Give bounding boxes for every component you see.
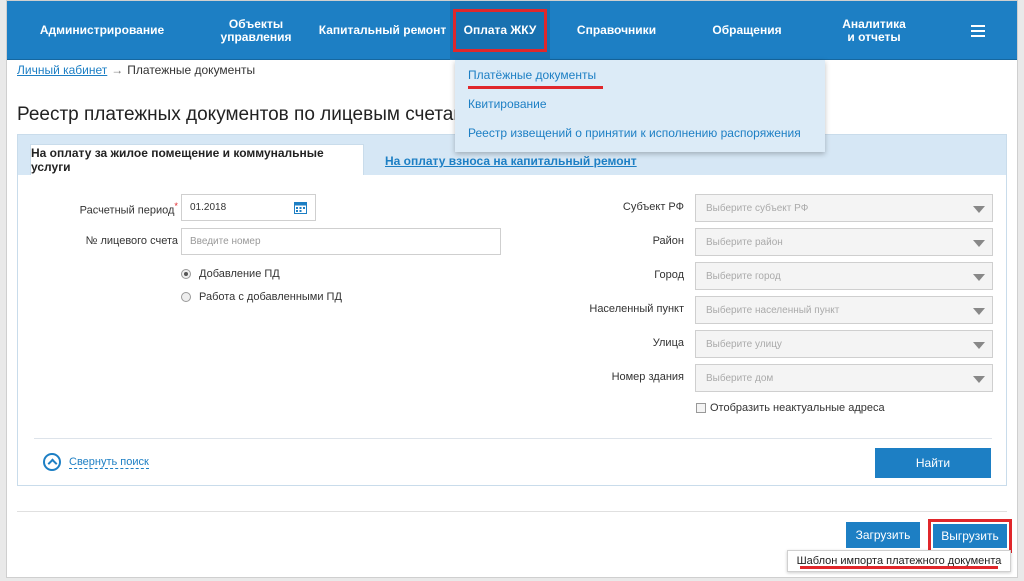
- collapse-label: Свернуть поиск: [69, 455, 149, 469]
- account-input[interactable]: Введите номер: [181, 228, 501, 255]
- required-marker: *: [174, 201, 178, 211]
- main-nav: Администрирование Объекты управления Кап…: [7, 1, 1017, 60]
- nav-analytics[interactable]: Аналитика и отчеты: [811, 1, 937, 60]
- menu-item-reconciliation[interactable]: Квитирование: [468, 97, 547, 111]
- nav-appeals[interactable]: Обращения: [683, 1, 811, 60]
- breadcrumb: Личный кабинет → Платежные документы: [17, 63, 255, 77]
- divider: [17, 511, 1007, 512]
- menu-item-execution-notices[interactable]: Реестр извещений о принятии к исполнению…: [468, 126, 801, 140]
- nav-label: Оплата ЖКУ: [452, 9, 548, 52]
- region-placeholder: Выберите субъект РФ: [706, 202, 809, 214]
- region-select[interactable]: Выберите субъект РФ: [695, 194, 993, 222]
- nav-payment[interactable]: Оплата ЖКУ: [450, 1, 550, 60]
- radio-selected-icon: [181, 269, 191, 279]
- highlight-underline: [468, 86, 603, 89]
- export-button-highlight: Выгрузить: [928, 519, 1012, 553]
- chevron-down-icon: [973, 308, 985, 315]
- region-label: Субъект РФ: [622, 201, 684, 213]
- chevron-down-icon: [973, 342, 985, 349]
- breadcrumb-current: Платежные документы: [127, 63, 256, 77]
- nav-label: Капитальный ремонт: [318, 23, 447, 37]
- tab-capital-repair-fee[interactable]: На оплату взноса на капитальный ремонт: [385, 154, 637, 168]
- payment-dropdown-menu: Платёжные документы Квитирование Реестр …: [455, 60, 825, 152]
- find-button[interactable]: Найти: [875, 448, 991, 478]
- street-label: Улица: [652, 337, 684, 349]
- settlement-label: Населенный пункт: [589, 303, 684, 315]
- chevron-down-icon: [973, 376, 985, 383]
- show-inactive-checkbox[interactable]: Отобразить неактуальные адреса: [696, 402, 885, 414]
- nav-directories[interactable]: Справочники: [550, 1, 683, 60]
- highlight-underline: [800, 566, 998, 569]
- tab-housing-services[interactable]: На оплату за жилое помещение и коммуналь…: [30, 144, 364, 175]
- nav-label: Справочники: [576, 23, 657, 37]
- export-button[interactable]: Выгрузить: [933, 524, 1007, 548]
- district-placeholder: Выберите район: [706, 236, 783, 248]
- nav-label: Обращения: [712, 23, 782, 37]
- nav-objects[interactable]: Объекты управления: [197, 1, 315, 60]
- nav-label: Объекты управления: [220, 16, 292, 44]
- street-select[interactable]: Выберите улицу: [695, 330, 993, 358]
- house-label: Номер здания: [611, 371, 684, 383]
- page-title: Реестр платежных документов по лицевым с…: [17, 104, 467, 125]
- street-placeholder: Выберите улицу: [706, 338, 782, 350]
- nav-administration[interactable]: Администрирование: [7, 1, 197, 60]
- house-placeholder: Выберите дом: [706, 372, 774, 384]
- settlement-select[interactable]: Выберите населенный пункт: [695, 296, 993, 324]
- district-label: Район: [652, 235, 684, 247]
- house-select[interactable]: Выберите дом: [695, 364, 993, 392]
- nav-label: Администрирование: [39, 23, 165, 37]
- checkbox-icon: [696, 403, 706, 413]
- radio-label: Добавление ПД: [199, 268, 280, 280]
- city-select[interactable]: Выберите город: [695, 262, 993, 290]
- checkbox-label: Отобразить неактуальные адреса: [710, 402, 885, 414]
- account-label: № лицевого счета: [85, 235, 178, 247]
- district-select[interactable]: Выберите район: [695, 228, 993, 256]
- city-placeholder: Выберите город: [706, 270, 781, 282]
- chevron-up-icon: [43, 453, 61, 471]
- breadcrumb-home-link[interactable]: Личный кабинет: [17, 63, 107, 77]
- search-panel: На оплату за жилое помещение и коммуналь…: [17, 134, 1007, 486]
- chevron-down-icon: [973, 274, 985, 281]
- breadcrumb-arrow-icon: →: [111, 63, 124, 77]
- app-window: Администрирование Объекты управления Кап…: [6, 0, 1018, 578]
- divider: [34, 438, 992, 439]
- radio-unselected-icon: [181, 292, 191, 302]
- calendar-icon[interactable]: [294, 201, 307, 214]
- menu-item-payment-documents[interactable]: Платёжные документы: [468, 68, 596, 82]
- city-label: Город: [654, 269, 684, 281]
- radio-add-documents[interactable]: Добавление ПД: [181, 268, 280, 280]
- chevron-down-icon: [973, 240, 985, 247]
- settlement-placeholder: Выберите населенный пункт: [706, 304, 840, 316]
- period-value: 01.2018: [190, 202, 227, 213]
- upload-button[interactable]: Загрузить: [846, 522, 920, 548]
- collapse-search-link[interactable]: Свернуть поиск: [43, 453, 149, 471]
- radio-label: Работа с добавленными ПД: [199, 291, 342, 303]
- nav-label: Аналитика и отчеты: [842, 16, 906, 44]
- chevron-down-icon: [973, 206, 985, 213]
- nav-capital-repair[interactable]: Капитальный ремонт: [315, 1, 450, 60]
- hamburger-menu-icon[interactable]: [937, 1, 1017, 60]
- period-input[interactable]: 01.2018: [181, 194, 316, 221]
- account-placeholder: Введите номер: [190, 236, 261, 247]
- radio-work-documents[interactable]: Работа с добавленными ПД: [181, 291, 342, 303]
- period-label: Расчетный период*: [79, 201, 178, 217]
